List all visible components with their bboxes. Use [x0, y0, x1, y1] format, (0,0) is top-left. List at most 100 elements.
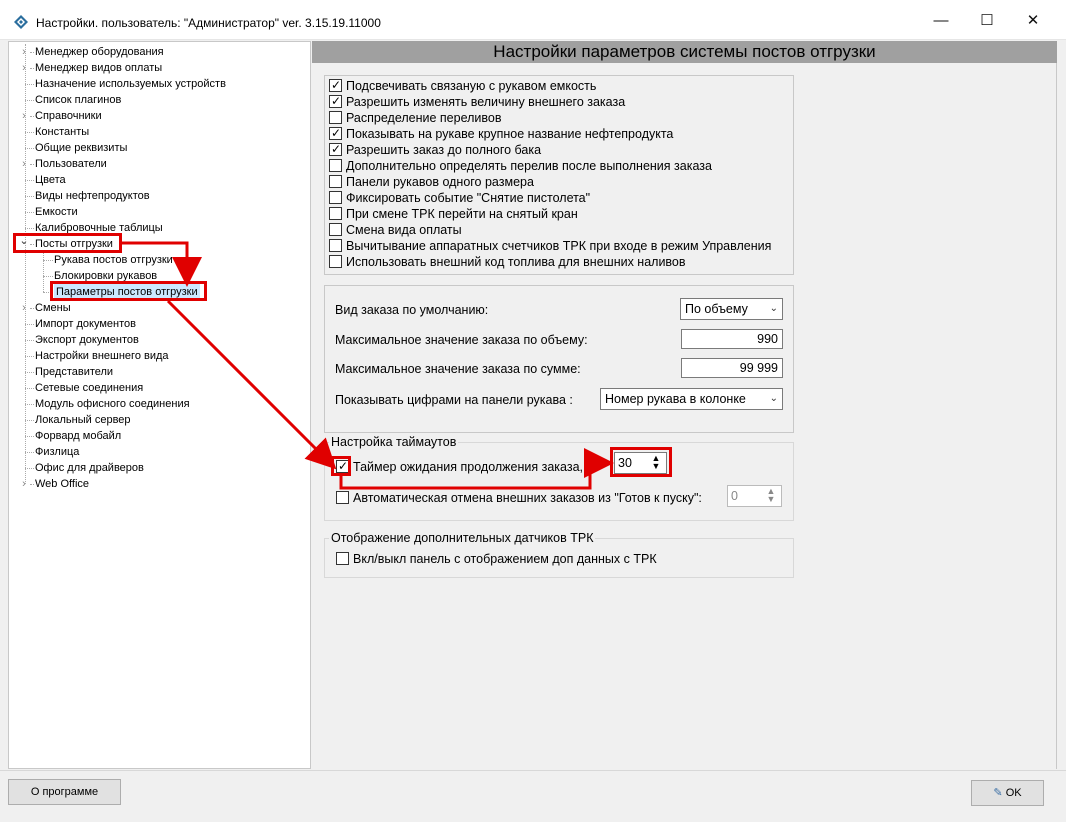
- main-panel: Настройки параметров системы постов отгр…: [312, 41, 1057, 769]
- option-checkbox-row[interactable]: Разрешить заказ до полного бака: [329, 141, 541, 158]
- tree-item[interactable]: Смены: [35, 300, 71, 316]
- timer-checkbox-row[interactable]: Таймер ожидания продолжения заказа, с:: [336, 458, 597, 475]
- tree-item[interactable]: Справочники: [35, 108, 102, 124]
- option-label: Показывать на рукаве крупное название не…: [346, 127, 674, 141]
- chevron-right-icon[interactable]: ›: [19, 300, 29, 316]
- tree-item[interactable]: Рукава постов отгрузки: [54, 252, 173, 268]
- tree-item[interactable]: Общие реквизиты: [35, 140, 127, 156]
- option-checkbox[interactable]: [329, 93, 342, 109]
- tree-item[interactable]: Представители: [35, 364, 113, 380]
- divider: [1056, 63, 1057, 769]
- tree-item[interactable]: Экспорт документов: [35, 332, 139, 348]
- tree-connector: [30, 52, 34, 53]
- option-label: Дополнительно определять перелив после в…: [346, 159, 712, 173]
- tree-connector: [25, 132, 34, 133]
- option-checkbox-row[interactable]: Использовать внешний код топлива для вне…: [329, 254, 686, 270]
- chevron-right-icon[interactable]: ›: [19, 108, 29, 124]
- option-checkbox-row[interactable]: Панели рукавов одного размера: [329, 174, 534, 190]
- pen-icon: ✎: [993, 787, 1003, 799]
- tree-item[interactable]: Сетевые соединения: [35, 380, 143, 396]
- show-digits-select[interactable]: Номер рукава в колонке ⌄: [600, 388, 783, 410]
- window-title: Настройки. пользователь: "Администратор"…: [36, 16, 381, 30]
- max-sum-input[interactable]: 99 999: [681, 358, 783, 378]
- option-checkbox-row[interactable]: Вычитывание аппаратных счетчиков ТРК при…: [329, 238, 771, 254]
- sensors-checkbox[interactable]: [336, 552, 349, 565]
- chevron-right-icon[interactable]: ›: [19, 44, 29, 60]
- tree-connector: [25, 404, 34, 405]
- tree-item[interactable]: Форвард мобайл: [35, 428, 121, 444]
- option-checkbox-row[interactable]: Разрешить изменять величину внешнего зак…: [329, 93, 626, 110]
- tree-connector: [25, 100, 34, 101]
- option-label: Использовать внешний код топлива для вне…: [346, 255, 686, 269]
- auto-cancel-spinner[interactable]: 0 ▲ ▼: [727, 485, 782, 507]
- option-checkbox-row[interactable]: Подсвечивать связаную с рукавом емкость: [329, 77, 596, 94]
- close-icon: ✕: [1026, 12, 1040, 29]
- tree-connector: [25, 44, 26, 484]
- auto-cancel-checkbox-row[interactable]: Автоматическая отмена внешних заказов из…: [336, 490, 702, 506]
- tree-item[interactable]: Емкости: [35, 204, 78, 220]
- sensors-group-title: Отображение дополнительных датчиков ТРК: [329, 531, 596, 545]
- tree-item[interactable]: Виды нефтепродуктов: [35, 188, 150, 204]
- tree-connector: [25, 324, 34, 325]
- option-checkbox[interactable]: [329, 159, 342, 172]
- tree-connector: [43, 252, 44, 292]
- option-label: Смена вида оплаты: [346, 223, 462, 237]
- tree-item[interactable]: Физлица: [35, 444, 79, 460]
- option-checkbox[interactable]: [329, 141, 342, 157]
- chevron-right-icon[interactable]: ›: [19, 476, 29, 492]
- option-label: Разрешить изменять величину внешнего зак…: [346, 95, 626, 109]
- tree-item[interactable]: Менеджер оборудования: [35, 44, 164, 60]
- tree-connector: [25, 388, 34, 389]
- maximize-button[interactable]: ☐: [964, 0, 1010, 40]
- tree-item[interactable]: Цвета: [35, 172, 66, 188]
- option-checkbox[interactable]: [329, 77, 342, 93]
- about-button[interactable]: О программе: [8, 779, 121, 805]
- option-checkbox[interactable]: [329, 255, 342, 268]
- default-order-type-select[interactable]: По объему ⌄: [680, 298, 783, 320]
- close-button[interactable]: ✕: [1010, 0, 1056, 40]
- minimize-button[interactable]: —: [918, 0, 964, 40]
- option-checkbox[interactable]: [329, 175, 342, 188]
- option-checkbox-row[interactable]: Распределение переливов: [329, 110, 502, 126]
- tree-item[interactable]: Модуль офисного соединения: [35, 396, 190, 412]
- option-checkbox-row[interactable]: Фиксировать событие "Снятие пистолета": [329, 190, 590, 206]
- tree-item[interactable]: Web Office: [35, 476, 89, 492]
- tree-item[interactable]: Офис для драйверов: [35, 460, 144, 476]
- sensors-label: Вкл/выкл панель с отображением доп данны…: [353, 552, 657, 566]
- option-checkbox[interactable]: [329, 125, 342, 141]
- tree-connector: [25, 228, 34, 229]
- tree-item[interactable]: Импорт документов: [35, 316, 136, 332]
- spinner-arrows-icon[interactable]: ▲ ▼: [763, 487, 779, 505]
- tree-item[interactable]: Настройки внешнего вида: [35, 348, 169, 364]
- timer-label: Таймер ожидания продолжения заказа, с:: [353, 460, 597, 474]
- chevron-right-icon[interactable]: ›: [19, 60, 29, 76]
- tree-item[interactable]: Назначение используемых устройств: [35, 76, 226, 92]
- default-order-type-value: По объему: [685, 302, 748, 316]
- option-label: Распределение переливов: [346, 111, 502, 125]
- option-checkbox-row[interactable]: Дополнительно определять перелив после в…: [329, 158, 712, 174]
- option-checkbox-row[interactable]: Смена вида оплаты: [329, 222, 462, 238]
- tree-item[interactable]: Локальный сервер: [35, 412, 131, 428]
- option-checkbox[interactable]: [329, 239, 342, 252]
- option-checkbox[interactable]: [329, 111, 342, 124]
- chevron-right-icon[interactable]: ›: [19, 156, 29, 172]
- max-volume-input[interactable]: 990: [681, 329, 783, 349]
- option-label: При смене ТРК перейти на снятый кран: [346, 207, 578, 221]
- option-checkbox[interactable]: [329, 191, 342, 204]
- tree-item[interactable]: Менеджер видов оплаты: [35, 60, 162, 76]
- show-digits-value: Номер рукава в колонке: [605, 392, 746, 406]
- option-checkbox-row[interactable]: Показывать на рукаве крупное название не…: [329, 125, 674, 142]
- tree-item[interactable]: Пользователи: [35, 156, 107, 172]
- ok-button[interactable]: ✎ OK: [971, 780, 1044, 806]
- max-sum-label: Максимальное значение заказа по сумме:: [335, 362, 581, 376]
- tree-item[interactable]: Список плагинов: [35, 92, 121, 108]
- tree-item[interactable]: Константы: [35, 124, 89, 140]
- sensors-checkbox-row[interactable]: Вкл/выкл панель с отображением доп данны…: [336, 551, 657, 567]
- option-checkbox[interactable]: [329, 223, 342, 236]
- option-checkbox-row[interactable]: При смене ТРК перейти на снятый кран: [329, 206, 578, 222]
- maximize-icon: ☐: [980, 12, 994, 29]
- option-checkbox[interactable]: [329, 207, 342, 220]
- ok-label: OK: [1005, 787, 1022, 799]
- auto-cancel-checkbox[interactable]: [336, 491, 349, 504]
- settings-tree[interactable]: › Менеджер оборудования › Менеджер видов оп…: [8, 41, 311, 769]
